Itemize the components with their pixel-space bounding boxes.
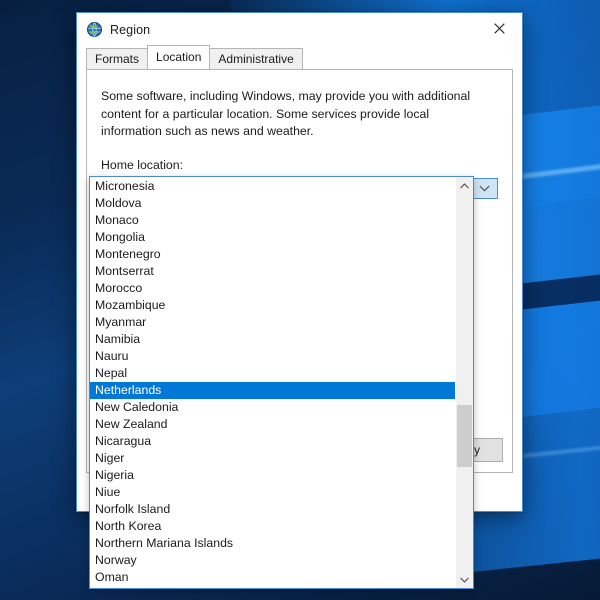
dropdown-items-container: Micronesia Moldova Monaco Mongolia Montenegr… [90, 177, 455, 588]
globe-icon [86, 21, 103, 38]
scroll-down-arrow-icon[interactable] [456, 571, 473, 588]
tab-formats[interactable]: Formats [86, 48, 149, 70]
dropdown-item[interactable]: Netherlands [90, 382, 455, 399]
dropdown-item[interactable]: Mozambique [90, 297, 455, 314]
dropdown-item[interactable]: Moldova [90, 195, 455, 212]
tab-administrative[interactable]: Administrative [209, 48, 303, 70]
tab-location[interactable]: Location [147, 45, 211, 69]
home-location-dropdown-list[interactable]: Micronesia Moldova Monaco Mongolia Montenegr… [89, 176, 474, 589]
dropdown-item[interactable]: Morocco [90, 280, 455, 297]
dropdown-item[interactable]: Niue [90, 484, 455, 501]
dropdown-item[interactable]: Nicaragua [90, 433, 455, 450]
dropdown-item[interactable]: Nigeria [90, 467, 455, 484]
dropdown-item[interactable]: Nepal [90, 365, 455, 382]
dropdown-item[interactable]: Pakistan [90, 586, 455, 588]
dropdown-item[interactable]: Niger [90, 450, 455, 467]
dropdown-item[interactable]: Monaco [90, 212, 455, 229]
window-title: Region [110, 22, 151, 37]
dropdown-item[interactable]: Montenegro [90, 246, 455, 263]
dropdown-item[interactable]: Oman [90, 569, 455, 586]
dropdown-item[interactable]: Mongolia [90, 229, 455, 246]
dropdown-item[interactable]: Myanmar [90, 314, 455, 331]
scrollbar-thumb[interactable] [457, 405, 472, 467]
tab-strip: Formats Location Administrative [77, 45, 522, 70]
dropdown-item[interactable]: Nauru [90, 348, 455, 365]
dropdown-item[interactable]: Micronesia [90, 178, 455, 195]
dropdown-item[interactable]: Montserrat [90, 263, 455, 280]
dropdown-scrollbar[interactable] [455, 177, 473, 588]
scrollbar-track[interactable] [456, 194, 473, 571]
dropdown-item[interactable]: Northern Mariana Islands [90, 535, 455, 552]
dropdown-item[interactable]: Norway [90, 552, 455, 569]
tab-location-label: Location [156, 50, 202, 64]
scroll-up-arrow-icon[interactable] [456, 177, 473, 194]
tab-administrative-label: Administrative [218, 52, 294, 66]
tab-formats-label: Formats [95, 52, 140, 66]
dropdown-item[interactable]: New Zealand [90, 416, 455, 433]
close-icon [494, 23, 505, 34]
location-description: Some software, including Windows, may pr… [101, 89, 471, 138]
dropdown-item[interactable]: North Korea [90, 518, 455, 535]
dropdown-item[interactable]: New Caledonia [90, 399, 455, 416]
desktop-background: Region Formats Location Administrative S… [0, 0, 600, 600]
close-button[interactable] [477, 13, 522, 44]
chevron-down-icon[interactable] [476, 179, 493, 198]
home-location-label: Home location: [101, 157, 184, 172]
dropdown-item[interactable]: Namibia [90, 331, 455, 348]
dropdown-item[interactable]: Norfolk Island [90, 501, 455, 518]
title-bar: Region [77, 13, 522, 46]
